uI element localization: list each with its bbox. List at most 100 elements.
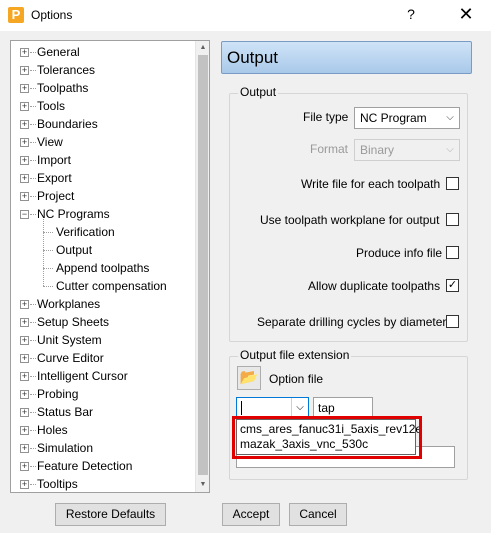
tree-item[interactable]: + Export: [11, 169, 196, 187]
tree-connector: [30, 88, 36, 89]
tree-item[interactable]: − NC Programs: [11, 205, 196, 223]
expand-icon[interactable]: +: [20, 462, 29, 471]
expand-icon[interactable]: +: [20, 120, 29, 129]
output-group-legend: Output: [238, 85, 279, 99]
tree-scrollbar[interactable]: ▲ ▼: [195, 41, 209, 492]
chevron-down-icon: ⌵: [446, 144, 454, 155]
tree-connector: [30, 196, 36, 197]
tree-item-label: Unit System: [37, 333, 102, 347]
scroll-thumb[interactable]: [198, 55, 208, 475]
tree-connector: [30, 52, 36, 53]
tree-item[interactable]: + Workplanes: [11, 295, 196, 313]
option-file-combo[interactable]: ⌵: [236, 397, 309, 419]
window-title: Options: [31, 8, 73, 22]
tree-connector: [30, 160, 36, 161]
tree-item[interactable]: + Setup Sheets: [11, 313, 196, 331]
tree-item[interactable]: + General: [11, 43, 196, 61]
expand-icon[interactable]: +: [20, 138, 29, 147]
expand-icon[interactable]: +: [20, 444, 29, 453]
tree-item[interactable]: Cutter compensation: [11, 277, 196, 295]
tree-connector: [30, 448, 36, 449]
option-file-dropdown[interactable]: cms_ares_fanuc31i_5axis_rev12e mazak_3ax…: [236, 419, 422, 455]
produce-info-checkbox[interactable]: [446, 246, 459, 259]
tree-item[interactable]: + Intelligent Cursor: [11, 367, 196, 385]
tree-item-label: Output: [56, 243, 93, 257]
tree-item-label: Holes: [37, 423, 68, 437]
tree-item-label: Export: [37, 171, 72, 185]
dropdown-option[interactable]: cms_ares_fanuc31i_5axis_rev12e: [240, 422, 422, 437]
tree-item[interactable]: + Tolerances: [11, 61, 196, 79]
tree-item[interactable]: + Probing: [11, 385, 196, 403]
separate-drilling-checkbox[interactable]: [446, 315, 459, 328]
help-button[interactable]: ?: [402, 6, 420, 22]
tree-connector: [43, 232, 53, 233]
extension-input[interactable]: tap: [313, 397, 373, 419]
expand-icon[interactable]: +: [20, 156, 29, 165]
chevron-down-icon[interactable]: ⌵: [291, 398, 308, 418]
tree-item-label: Feature Detection: [37, 459, 133, 473]
tree-item-label: View: [37, 135, 63, 149]
tree-item-label: NC Programs: [37, 207, 110, 221]
expand-icon[interactable]: +: [20, 102, 29, 111]
tree-item[interactable]: + Tooltips: [11, 475, 196, 493]
tree-item-label: Curve Editor: [37, 351, 104, 365]
scroll-down-icon[interactable]: ▼: [196, 478, 210, 492]
cancel-button[interactable]: Cancel: [289, 503, 347, 526]
collapse-icon[interactable]: −: [20, 210, 29, 219]
dropdown-option[interactable]: mazak_3axis_vnc_530c: [240, 437, 368, 452]
expand-icon[interactable]: +: [20, 66, 29, 75]
tree-item[interactable]: Verification: [11, 223, 196, 241]
tree-item[interactable]: + View: [11, 133, 196, 151]
tree-item[interactable]: + Project: [11, 187, 196, 205]
tree-item[interactable]: + Curve Editor: [11, 349, 196, 367]
tree-item-label: Workplanes: [37, 297, 101, 311]
tree-item[interactable]: Append toolpaths: [11, 259, 196, 277]
use-workplane-checkbox[interactable]: [446, 213, 459, 226]
tree-connector: [30, 340, 36, 341]
tree-item[interactable]: + Simulation: [11, 439, 196, 457]
options-tree[interactable]: + General + Tolerances + Toolpaths + Tools + Boun…: [10, 40, 210, 493]
file-type-select[interactable]: NC Program ⌵: [354, 107, 460, 129]
expand-icon[interactable]: +: [20, 426, 29, 435]
produce-info-label: Produce info file: [356, 246, 443, 260]
tree-item-label: Simulation: [37, 441, 94, 455]
tree-connector: [30, 322, 36, 323]
expand-icon[interactable]: +: [20, 480, 29, 489]
expand-icon[interactable]: +: [20, 354, 29, 363]
restore-defaults-button[interactable]: Restore Defaults: [55, 503, 166, 526]
expand-icon[interactable]: +: [20, 84, 29, 93]
separate-drilling-label: Separate drilling cycles by diameter: [257, 315, 447, 329]
write-each-checkbox[interactable]: [446, 177, 459, 190]
tree-item-label: Tools: [37, 99, 66, 113]
tree-item[interactable]: + Status Bar: [11, 403, 196, 421]
extension-group-legend: Output file extension: [238, 348, 352, 362]
accept-button[interactable]: Accept: [222, 503, 280, 526]
expand-icon[interactable]: +: [20, 372, 29, 381]
tree-item[interactable]: + Holes: [11, 421, 196, 439]
tree-item[interactable]: + Boundaries: [11, 115, 196, 133]
tree-item[interactable]: + Import: [11, 151, 196, 169]
tree-item[interactable]: + Feature Detection: [11, 457, 196, 475]
tree-connector: [30, 106, 36, 107]
expand-icon[interactable]: +: [20, 48, 29, 57]
open-folder-button[interactable]: 📂: [237, 366, 261, 390]
tree-connector: [30, 466, 36, 467]
allow-duplicate-checkbox[interactable]: ✓: [446, 279, 459, 292]
expand-icon[interactable]: +: [20, 390, 29, 399]
expand-icon[interactable]: +: [20, 192, 29, 201]
expand-icon[interactable]: +: [20, 336, 29, 345]
app-logo-icon: P: [8, 7, 24, 23]
expand-icon[interactable]: +: [20, 300, 29, 309]
tree-item[interactable]: + Toolpaths: [11, 79, 196, 97]
tree-item[interactable]: + Tools: [11, 97, 196, 115]
expand-icon[interactable]: +: [20, 174, 29, 183]
close-button[interactable]: ✕: [454, 4, 478, 25]
scroll-up-icon[interactable]: ▲: [196, 41, 210, 55]
tree-item-label: Cutter compensation: [56, 279, 167, 293]
expand-icon[interactable]: +: [20, 408, 29, 417]
tree-item[interactable]: + Unit System: [11, 331, 196, 349]
tree-item[interactable]: Output: [11, 241, 196, 259]
text-caret: [241, 401, 242, 415]
tree-item-label: Project: [37, 189, 75, 203]
expand-icon[interactable]: +: [20, 318, 29, 327]
